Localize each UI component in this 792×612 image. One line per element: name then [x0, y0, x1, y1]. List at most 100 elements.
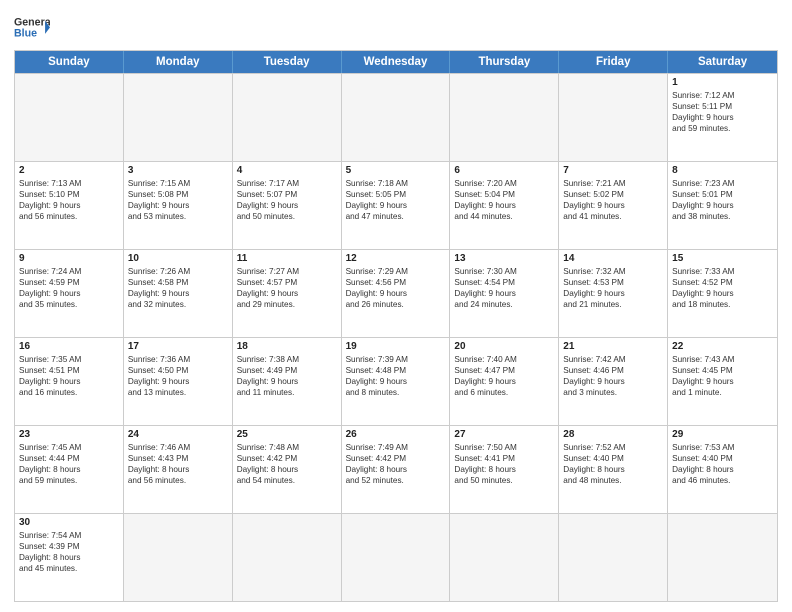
day-info: Sunrise: 7:40 AM Sunset: 4:47 PM Dayligh…	[454, 354, 554, 398]
day-number: 16	[19, 341, 119, 352]
weekday-header-saturday: Saturday	[668, 51, 777, 73]
day-info: Sunrise: 7:23 AM Sunset: 5:01 PM Dayligh…	[672, 178, 773, 222]
weekday-header-wednesday: Wednesday	[342, 51, 451, 73]
calendar-cell: 8 Sunrise: 7:23 AM Sunset: 5:01 PM Daylig…	[668, 162, 777, 249]
calendar-cell: 12 Sunrise: 7:29 AM Sunset: 4:56 PM Dayli…	[342, 250, 451, 337]
day-number: 3	[128, 165, 228, 176]
day-info: Sunrise: 7:17 AM Sunset: 5:07 PM Dayligh…	[237, 178, 337, 222]
weekday-header-friday: Friday	[559, 51, 668, 73]
weekday-header-thursday: Thursday	[450, 51, 559, 73]
calendar-row-5: 30 Sunrise: 7:54 AM Sunset: 4:39 PM Dayli…	[15, 513, 777, 601]
day-number: 20	[454, 341, 554, 352]
calendar-cell	[342, 74, 451, 161]
calendar-cell: 27 Sunrise: 7:50 AM Sunset: 4:41 PM Dayli…	[450, 426, 559, 513]
day-info: Sunrise: 7:54 AM Sunset: 4:39 PM Dayligh…	[19, 530, 119, 574]
calendar-row-0: 1 Sunrise: 7:12 AM Sunset: 5:11 PM Daylig…	[15, 73, 777, 161]
day-number: 22	[672, 341, 773, 352]
weekday-header-tuesday: Tuesday	[233, 51, 342, 73]
day-info: Sunrise: 7:38 AM Sunset: 4:49 PM Dayligh…	[237, 354, 337, 398]
day-number: 24	[128, 429, 228, 440]
weekday-header-sunday: Sunday	[15, 51, 124, 73]
day-number: 23	[19, 429, 119, 440]
calendar-cell	[124, 74, 233, 161]
page: General Blue SundayMondayTuesdayWednesda…	[0, 0, 792, 612]
day-info: Sunrise: 7:42 AM Sunset: 4:46 PM Dayligh…	[563, 354, 663, 398]
day-info: Sunrise: 7:12 AM Sunset: 5:11 PM Dayligh…	[672, 90, 773, 134]
generalblue-logo-icon: General Blue	[14, 14, 50, 44]
day-info: Sunrise: 7:20 AM Sunset: 5:04 PM Dayligh…	[454, 178, 554, 222]
calendar-cell: 10Sunrise: 7:26 AM Sunset: 4:58 PM Dayli…	[124, 250, 233, 337]
calendar-cell: 1 Sunrise: 7:12 AM Sunset: 5:11 PM Daylig…	[668, 74, 777, 161]
header: General Blue	[14, 10, 778, 44]
calendar-cell: 2 Sunrise: 7:13 AM Sunset: 5:10 PM Daylig…	[15, 162, 124, 249]
day-number: 17	[128, 341, 228, 352]
day-info: Sunrise: 7:30 AM Sunset: 4:54 PM Dayligh…	[454, 266, 554, 310]
weekday-header-monday: Monday	[124, 51, 233, 73]
day-number: 28	[563, 429, 663, 440]
calendar-cell: 17Sunrise: 7:36 AM Sunset: 4:50 PM Dayli…	[124, 338, 233, 425]
day-info: Sunrise: 7:53 AM Sunset: 4:40 PM Dayligh…	[672, 442, 773, 486]
calendar-cell: 11Sunrise: 7:27 AM Sunset: 4:57 PM Dayli…	[233, 250, 342, 337]
day-number: 30	[19, 517, 119, 528]
calendar-cell: 15 Sunrise: 7:33 AM Sunset: 4:52 PM Dayli…	[668, 250, 777, 337]
day-number: 19	[346, 341, 446, 352]
day-number: 5	[346, 165, 446, 176]
day-info: Sunrise: 7:32 AM Sunset: 4:53 PM Dayligh…	[563, 266, 663, 310]
day-number: 21	[563, 341, 663, 352]
day-number: 4	[237, 165, 337, 176]
logo: General Blue	[14, 14, 50, 44]
day-info: Sunrise: 7:50 AM Sunset: 4:41 PM Dayligh…	[454, 442, 554, 486]
calendar-row-4: 23 Sunrise: 7:45 AM Sunset: 4:44 PM Dayli…	[15, 425, 777, 513]
day-info: Sunrise: 7:39 AM Sunset: 4:48 PM Dayligh…	[346, 354, 446, 398]
calendar-cell: 7Sunrise: 7:21 AM Sunset: 5:02 PM Daylig…	[559, 162, 668, 249]
calendar-cell: 22 Sunrise: 7:43 AM Sunset: 4:45 PM Dayli…	[668, 338, 777, 425]
calendar: SundayMondayTuesdayWednesdayThursdayFrid…	[14, 50, 778, 602]
calendar-cell: 3Sunrise: 7:15 AM Sunset: 5:08 PM Daylig…	[124, 162, 233, 249]
calendar-cell	[233, 514, 342, 601]
day-number: 15	[672, 253, 773, 264]
calendar-cell: 13 Sunrise: 7:30 AM Sunset: 4:54 PM Dayli…	[450, 250, 559, 337]
calendar-cell: 30 Sunrise: 7:54 AM Sunset: 4:39 PM Dayli…	[15, 514, 124, 601]
day-info: Sunrise: 7:18 AM Sunset: 5:05 PM Dayligh…	[346, 178, 446, 222]
calendar-row-2: 9Sunrise: 7:24 AM Sunset: 4:59 PM Daylig…	[15, 249, 777, 337]
day-info: Sunrise: 7:52 AM Sunset: 4:40 PM Dayligh…	[563, 442, 663, 486]
calendar-cell	[668, 514, 777, 601]
calendar-row-1: 2 Sunrise: 7:13 AM Sunset: 5:10 PM Daylig…	[15, 161, 777, 249]
day-info: Sunrise: 7:46 AM Sunset: 4:43 PM Dayligh…	[128, 442, 228, 486]
day-number: 18	[237, 341, 337, 352]
day-info: Sunrise: 7:35 AM Sunset: 4:51 PM Dayligh…	[19, 354, 119, 398]
calendar-cell: 23 Sunrise: 7:45 AM Sunset: 4:44 PM Dayli…	[15, 426, 124, 513]
day-number: 13	[454, 253, 554, 264]
calendar-body: 1 Sunrise: 7:12 AM Sunset: 5:11 PM Daylig…	[15, 73, 777, 601]
day-info: Sunrise: 7:13 AM Sunset: 5:10 PM Dayligh…	[19, 178, 119, 222]
calendar-cell	[342, 514, 451, 601]
calendar-cell	[450, 74, 559, 161]
day-number: 10	[128, 253, 228, 264]
calendar-cell: 21 Sunrise: 7:42 AM Sunset: 4:46 PM Dayli…	[559, 338, 668, 425]
day-number: 27	[454, 429, 554, 440]
calendar-header: SundayMondayTuesdayWednesdayThursdayFrid…	[15, 51, 777, 73]
day-number: 1	[672, 77, 773, 88]
day-info: Sunrise: 7:45 AM Sunset: 4:44 PM Dayligh…	[19, 442, 119, 486]
day-number: 2	[19, 165, 119, 176]
day-info: Sunrise: 7:48 AM Sunset: 4:42 PM Dayligh…	[237, 442, 337, 486]
day-info: Sunrise: 7:43 AM Sunset: 4:45 PM Dayligh…	[672, 354, 773, 398]
day-number: 11	[237, 253, 337, 264]
calendar-cell	[450, 514, 559, 601]
day-number: 7	[563, 165, 663, 176]
day-info: Sunrise: 7:33 AM Sunset: 4:52 PM Dayligh…	[672, 266, 773, 310]
calendar-cell: 28 Sunrise: 7:52 AM Sunset: 4:40 PM Dayli…	[559, 426, 668, 513]
day-info: Sunrise: 7:49 AM Sunset: 4:42 PM Dayligh…	[346, 442, 446, 486]
day-info: Sunrise: 7:24 AM Sunset: 4:59 PM Dayligh…	[19, 266, 119, 310]
svg-text:Blue: Blue	[14, 27, 37, 39]
day-number: 14	[563, 253, 663, 264]
calendar-cell: 20 Sunrise: 7:40 AM Sunset: 4:47 PM Dayli…	[450, 338, 559, 425]
day-info: Sunrise: 7:29 AM Sunset: 4:56 PM Dayligh…	[346, 266, 446, 310]
calendar-cell: 6Sunrise: 7:20 AM Sunset: 5:04 PM Daylig…	[450, 162, 559, 249]
calendar-cell	[124, 514, 233, 601]
calendar-cell: 4 Sunrise: 7:17 AM Sunset: 5:07 PM Daylig…	[233, 162, 342, 249]
calendar-cell: 16 Sunrise: 7:35 AM Sunset: 4:51 PM Dayli…	[15, 338, 124, 425]
day-number: 12	[346, 253, 446, 264]
calendar-cell	[559, 514, 668, 601]
day-number: 8	[672, 165, 773, 176]
